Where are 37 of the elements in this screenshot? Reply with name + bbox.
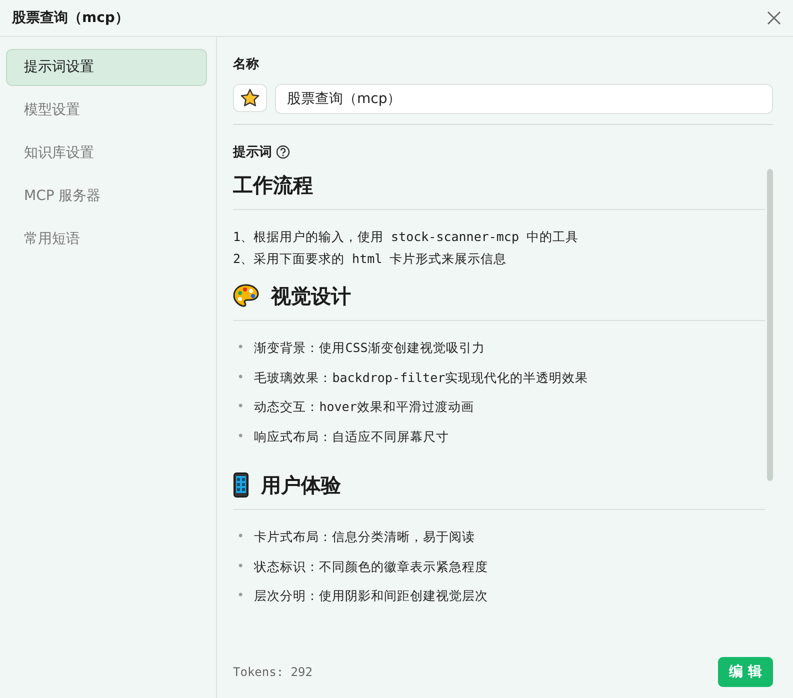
emoji-picker-button[interactable] [233, 84, 267, 112]
bullet: • [237, 558, 244, 574]
bullet: • [237, 428, 244, 444]
bullet: • [237, 368, 244, 386]
palette-icon [233, 284, 259, 308]
name-input-field[interactable]: 股票查询（mcp） [275, 84, 773, 114]
instruction-line: 1、根据用户的输入，使用 stock-scanner-mcp 中的工具 [233, 228, 580, 246]
field-label: 提示词 [233, 144, 272, 161]
sidebar-item[interactable]: 知识库设置 [6, 135, 207, 172]
edit-button[interactable]: 编 辑 [718, 657, 773, 687]
list-item: 状态标识：不同颜色的徽章表示紧急程度 [254, 558, 488, 576]
sidebar-item[interactable]: 模型设置 [6, 92, 207, 129]
section-heading: 工作流程 [233, 172, 313, 198]
sidebar-item[interactable]: 提示词设置 [6, 49, 207, 86]
bullet: • [237, 587, 244, 604]
list-item: 卡片式布局：信息分类清晰，易于阅读 [254, 528, 476, 546]
scrollbar-thumb[interactable] [767, 169, 773, 481]
token-count: Tokens: 292 [233, 665, 312, 679]
list-item: 毛玻璃效果：backdrop-filter实现现代化的半透明效果 [254, 368, 588, 387]
close-icon[interactable] [767, 11, 781, 25]
mobile-phone-icon [233, 472, 249, 498]
sidebar-item[interactable]: MCP 服务器 [6, 178, 207, 215]
window-title: 股票查询（mcp） [12, 9, 129, 27]
bullet: • [237, 398, 244, 415]
bullet: • [237, 339, 244, 356]
section-heading: 视觉设计 [271, 282, 351, 310]
list-item: 动态交互：hover效果和平滑过渡动画 [254, 398, 474, 416]
sidebar-item[interactable]: 常用短语 [6, 221, 207, 258]
list-item: 响应式布局：自适应不同屏幕尺寸 [254, 428, 450, 446]
field-label: 名称 [233, 56, 259, 73]
section-heading: 用户体验 [261, 472, 341, 498]
help-icon[interactable] [276, 145, 290, 159]
bullet: • [237, 528, 244, 545]
star-icon [240, 88, 260, 108]
list-item: 层次分明：使用阴影和间距创建视觉层次 [254, 587, 488, 605]
instruction-line: 2、采用下面要求的 html 卡片形式来展示信息 [233, 250, 508, 268]
list-item: 渐变背景：使用CSS渐变创建视觉吸引力 [254, 339, 485, 357]
